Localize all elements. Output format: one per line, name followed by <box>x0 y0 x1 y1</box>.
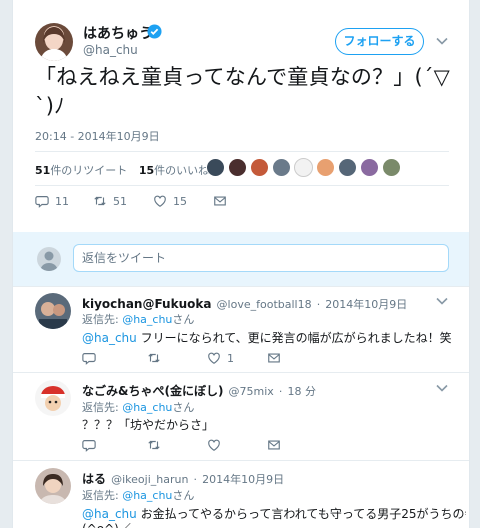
reply-author-handle[interactable]: @love_football18 <box>217 298 312 311</box>
chevron-down-icon[interactable] <box>436 384 448 392</box>
mention-link[interactable]: @ha_chu <box>122 489 172 502</box>
reply-author-avatar[interactable] <box>35 468 71 504</box>
reply-date[interactable]: 2014年10月9日 <box>202 473 284 486</box>
like-action[interactable]: 1 <box>207 351 234 365</box>
direct-message-action[interactable] <box>267 351 287 365</box>
tweet-card: はあちゅう @ha_chu フォローする 「ねえねえ童貞ってなんで童貞なの？」(… <box>12 0 470 528</box>
author-avatar[interactable] <box>35 23 73 61</box>
reply-text-line-2: (^o^)／ <box>82 520 131 528</box>
author-handle[interactable]: @ha_chu <box>83 43 138 57</box>
reply-icon <box>35 196 49 208</box>
separator: · <box>193 473 198 486</box>
liker-avatar[interactable] <box>206 158 225 177</box>
retweet-stat[interactable]: 51件のリツイート <box>35 164 127 177</box>
direct-message-action[interactable] <box>267 438 287 452</box>
direct-message-action[interactable] <box>213 194 233 208</box>
reply-date[interactable]: 2014年10月9日 <box>325 298 407 311</box>
mention-link[interactable]: @ha_chu <box>82 331 137 345</box>
tweet-text-line-2: `)ﾉ <box>35 94 65 118</box>
replying-to: 返信先: @ha_chuさん <box>82 489 195 502</box>
liker-avatar[interactable] <box>250 158 269 177</box>
reply-author-name[interactable]: はる <box>82 472 106 486</box>
separator: · <box>278 385 283 398</box>
reply-author-name[interactable]: kiyochan@Fukuoka <box>82 297 211 311</box>
tweet-stats: 51件のリツイート 15件のいいね <box>35 162 209 178</box>
reply-action[interactable] <box>82 351 102 365</box>
reply-date[interactable]: 18 分 <box>288 385 317 398</box>
envelope-icon <box>214 196 226 206</box>
reply-author-avatar[interactable] <box>35 293 71 329</box>
reply-text: @ha_chu フリーになられて、更に発言の幅が広がられましたね！笑 <box>82 331 452 345</box>
mention-link[interactable]: @ha_chu <box>122 401 172 414</box>
reply-action[interactable]: 11 <box>35 194 69 208</box>
reply-header: kiyochan@Fukuoka @love_football18 · 2014… <box>82 293 407 312</box>
retweet-action[interactable] <box>147 438 167 452</box>
reply-header: はる @ikeoji_harun · 2014年10月9日 <box>82 468 284 487</box>
divider <box>35 185 449 186</box>
divider <box>35 151 449 152</box>
heart-icon <box>208 439 220 451</box>
reply-author-avatar[interactable] <box>35 380 71 416</box>
reply-header: なごみ&ちゃぺ(金にぼし) @75mix · 18 分 <box>82 380 316 399</box>
reply-text: ？？？「坊やだからさ」 <box>82 418 215 432</box>
tweet-text: 「ねえねえ童貞ってなんで童貞なの？」(´▽ `)ﾉ <box>35 63 455 121</box>
reply-input[interactable]: 返信をツイート <box>73 244 449 272</box>
liker-avatar[interactable] <box>228 158 247 177</box>
liker-avatar[interactable] <box>382 158 401 177</box>
like-stat[interactable]: 15件のいいね <box>139 164 209 177</box>
retweet-icon <box>148 353 160 363</box>
reply-author-handle[interactable]: @ikeoji_harun <box>111 473 188 486</box>
retweet-icon <box>148 440 160 450</box>
liker-avatar[interactable] <box>316 158 335 177</box>
liker-avatar[interactable] <box>272 158 291 177</box>
separator: · <box>316 298 321 311</box>
replying-to: 返信先: @ha_chuさん <box>82 401 195 414</box>
reply-author-handle[interactable]: @75mix <box>229 385 274 398</box>
user-avatar <box>37 247 61 271</box>
like-action[interactable]: 15 <box>153 194 187 208</box>
heart-icon <box>208 352 220 364</box>
chevron-down-icon[interactable] <box>436 297 448 305</box>
replying-to: 返信先: @ha_chuさん <box>82 313 195 326</box>
follow-button[interactable]: フォローする <box>335 28 424 55</box>
tweet-timestamp[interactable]: 20:14 - 2014年10月9日 <box>35 128 160 144</box>
retweet-icon <box>94 196 106 206</box>
retweet-action[interactable]: 51 <box>93 194 127 208</box>
envelope-icon <box>268 440 280 450</box>
reply-icon <box>82 440 96 452</box>
retweet-action[interactable] <box>147 351 167 365</box>
reply-author-name[interactable]: なごみ&ちゃぺ(金にぼし) <box>82 384 223 398</box>
author-name[interactable]: はあちゅう <box>83 23 153 43</box>
heart-icon <box>154 195 166 207</box>
reply-icon <box>82 353 96 365</box>
liker-avatar[interactable] <box>360 158 379 177</box>
reply-action[interactable] <box>82 438 102 452</box>
like-action[interactable] <box>207 438 227 452</box>
mention-link[interactable]: @ha_chu <box>122 313 172 326</box>
verified-badge-icon <box>147 24 162 39</box>
tweet-text-line-1: 「ねえねえ童貞ってなんで童貞なの？」(´▽ <box>35 65 450 89</box>
mention-link[interactable]: @ha_chu <box>82 507 137 521</box>
envelope-icon <box>268 353 280 363</box>
chevron-down-icon[interactable] <box>436 37 448 45</box>
reply-text: @ha_chu お金払ってやるからって言われても守ってる男子25がうちの会社に＼ <box>82 507 466 521</box>
liker-avatar[interactable] <box>294 158 313 177</box>
liker-avatar[interactable] <box>338 158 357 177</box>
